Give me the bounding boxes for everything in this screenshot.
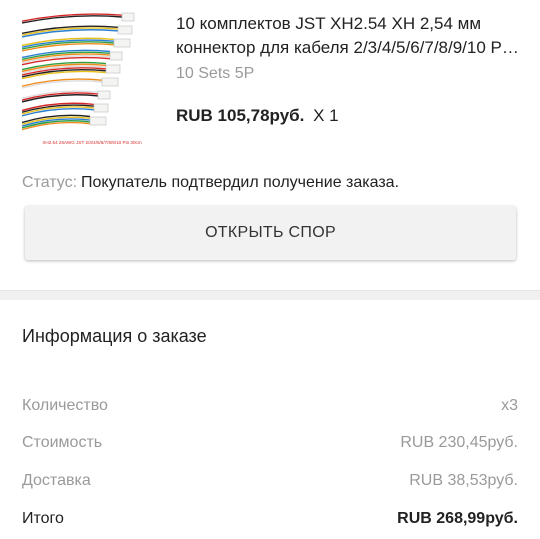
wire xyxy=(22,80,103,89)
total-value: RUB 268,99руб. xyxy=(397,510,518,527)
total-label: Итого xyxy=(22,510,64,527)
order-info-title: Информация о заказе xyxy=(22,326,207,346)
product-image[interactable]: XH2.54 26AWG JST 2/3/4/5/6/7/8/9/10 Pin … xyxy=(22,7,162,147)
wire xyxy=(22,15,123,24)
shipping-label: Доставка xyxy=(22,472,91,489)
quantity-label: Количество xyxy=(22,397,108,414)
price-row: RUB 105,78руб. X 1 xyxy=(176,106,339,126)
cost-row: Стоимость RUB 230,45руб. xyxy=(22,434,518,452)
order-status: Статус: Покупатель подтвердил получение з… xyxy=(22,174,399,192)
cost-label: Стоимость xyxy=(22,434,103,451)
jst-connector xyxy=(93,103,109,113)
product-title[interactable]: 10 комплектов JST XH2.54 XH 2,54 мм конн… xyxy=(176,12,521,60)
quantity-row: Количество x3 xyxy=(22,397,518,415)
status-label: Статус: xyxy=(22,174,78,191)
wire-bundle xyxy=(22,12,135,24)
status-text: Покупатель подтвердил получение заказа. xyxy=(81,174,400,191)
total-row: Итого RUB 268,99руб. xyxy=(22,510,518,528)
shipping-row: Доставка RUB 38,53руб. xyxy=(22,472,518,490)
product-variant: 10 Sets 5P xyxy=(176,65,255,82)
wire-bundle xyxy=(22,102,109,117)
connector-cables-image: XH2.54 26AWG JST 2/3/4/5/6/7/8/9/10 Pin … xyxy=(22,12,142,145)
item-quantity: X 1 xyxy=(313,106,339,125)
jst-connector xyxy=(113,38,131,48)
jst-connector xyxy=(117,25,133,35)
jst-connector xyxy=(97,90,111,100)
open-dispute-button[interactable]: ОТКРЫТЬ СПОР xyxy=(25,206,516,260)
wire-bundle xyxy=(22,114,107,131)
jst-connector xyxy=(105,64,121,74)
jst-connector xyxy=(101,77,119,87)
unit-price: RUB 105,78руб. xyxy=(176,106,305,125)
quantity-value: x3 xyxy=(501,397,518,414)
wire-bundle xyxy=(22,61,121,80)
jst-connector xyxy=(89,116,107,126)
cost-value: RUB 230,45руб. xyxy=(400,434,518,451)
section-divider xyxy=(0,290,540,300)
image-caption: XH2.54 26AWG JST 2/3/4/5/6/7/8/9/10 Pin … xyxy=(42,140,142,145)
wire-bundle xyxy=(22,77,119,89)
jst-connector xyxy=(121,12,135,22)
jst-connector xyxy=(109,51,123,61)
shipping-value: RUB 38,53руб. xyxy=(409,472,518,489)
wire-bundle xyxy=(22,37,131,52)
wire-bundle xyxy=(22,90,111,103)
wire-bundle xyxy=(22,25,133,38)
